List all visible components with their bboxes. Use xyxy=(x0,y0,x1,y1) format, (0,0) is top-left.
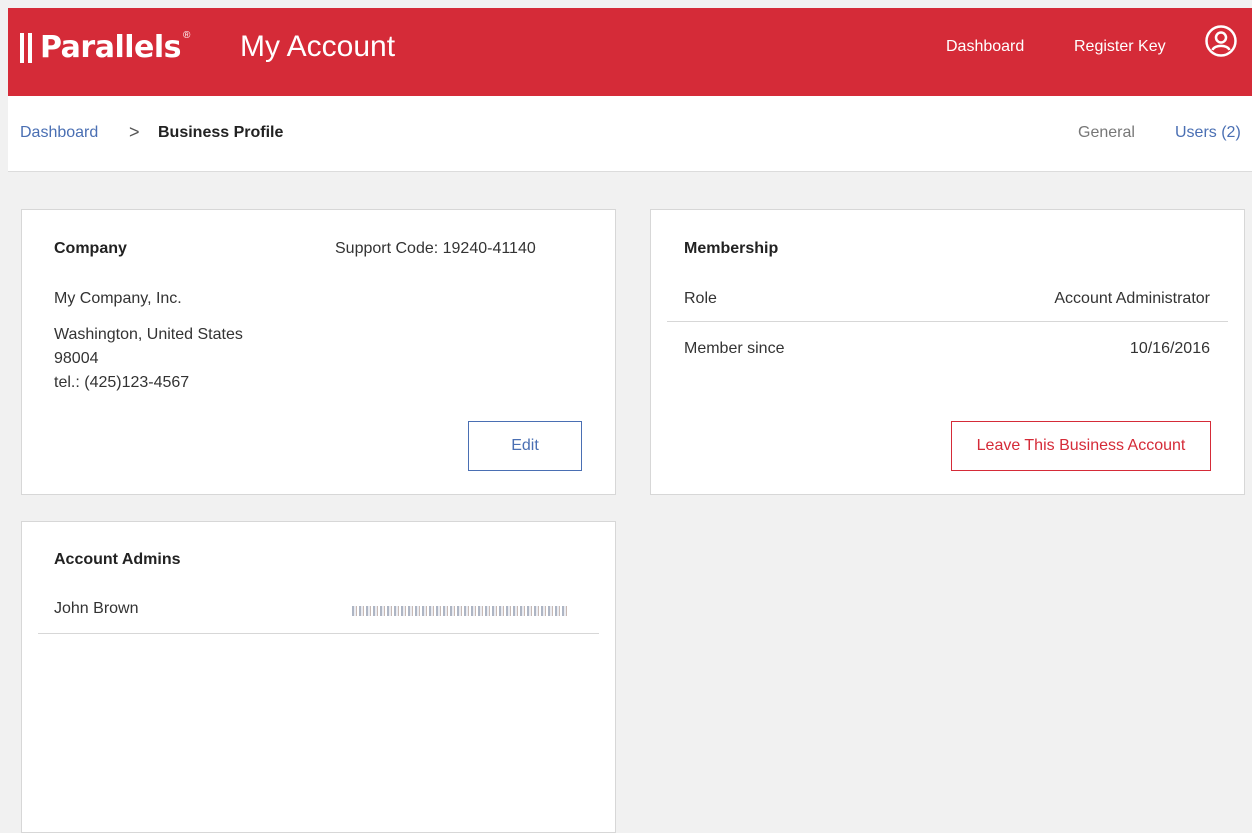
support-code: Support Code: 19240-41140 xyxy=(335,240,536,257)
role-value: Account Administrator xyxy=(1054,290,1210,307)
account-admins-title: Account Admins xyxy=(54,551,181,568)
logo-text: Parallels xyxy=(40,30,182,65)
company-phone: tel.: (425)123-4567 xyxy=(54,374,190,391)
top-bar: Parallels ® My Account Dashboard Registe… xyxy=(8,8,1252,96)
nav-dashboard-link[interactable]: Dashboard xyxy=(946,38,1024,56)
parallels-logo[interactable]: Parallels ® xyxy=(20,28,190,68)
role-label: Role xyxy=(684,290,717,307)
user-account-icon[interactable] xyxy=(1204,24,1238,58)
company-zip: 98004 xyxy=(54,350,99,367)
admin-name: John Brown xyxy=(54,600,139,617)
breadcrumb-dashboard-link[interactable]: Dashboard xyxy=(20,124,98,142)
app-title: My Account xyxy=(240,30,396,63)
account-admins-card: Account Admins John Brown xyxy=(21,521,616,833)
member-since-label: Member since xyxy=(684,340,785,357)
logo-bars-icon xyxy=(20,33,32,63)
tab-general[interactable]: General xyxy=(1078,124,1135,142)
company-title: Company xyxy=(54,240,127,257)
member-since-value: 10/16/2016 xyxy=(1129,340,1210,357)
company-card: Company Support Code: 19240-41140 My Com… xyxy=(21,209,616,495)
membership-card: Membership Role Account Administrator Me… xyxy=(650,209,1245,495)
nav-register-key-link[interactable]: Register Key xyxy=(1074,38,1166,56)
breadcrumb-separator-icon: > xyxy=(129,122,140,142)
breadcrumb-current: Business Profile xyxy=(158,124,284,141)
logo-registered-mark: ® xyxy=(183,30,191,41)
membership-title: Membership xyxy=(684,240,779,257)
company-name: My Company, Inc. xyxy=(54,290,182,307)
company-address: Washington, United States xyxy=(54,326,243,343)
breadcrumb-bar: Dashboard > Business Profile General Use… xyxy=(8,96,1252,172)
redacted-email xyxy=(352,606,568,616)
admins-divider xyxy=(38,633,599,634)
tab-users[interactable]: Users (2) xyxy=(1175,124,1241,142)
leave-business-account-button[interactable]: Leave This Business Account xyxy=(951,421,1211,471)
membership-divider xyxy=(667,321,1228,322)
edit-button[interactable]: Edit xyxy=(468,421,582,471)
